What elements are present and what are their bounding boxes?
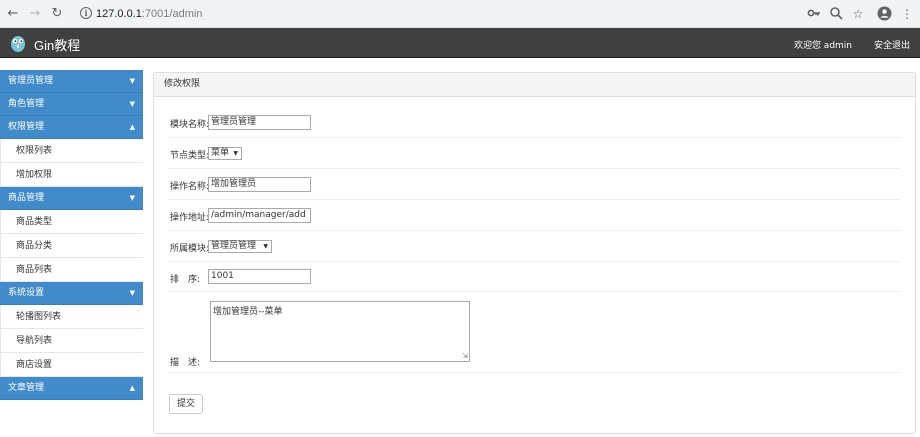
browser-toolbar: ← → ↻ i 127.0.0.1:7001/admin ☆ ⋮ (0, 0, 920, 28)
sidebar-group-label: 管理员管理 (8, 76, 54, 86)
node-type-label: 节点类型: (170, 151, 210, 161)
edit-permission-panel: 修改权限 模块名称: 管理员管理 节点类型: 菜单 ▼ 操作名称: 增加管理员 操… (153, 72, 916, 434)
gopher-logo-icon (9, 33, 27, 53)
sort-input[interactable]: 1001 (208, 269, 311, 284)
sort-label: 排 序: (170, 275, 201, 285)
caret-down-icon: ▼ (129, 100, 135, 108)
brand-title: Gin教程 (34, 38, 81, 53)
sidebar-group-label: 商品管理 (8, 193, 45, 203)
sidebar-item-goods-category[interactable]: 商品分类 (0, 234, 143, 258)
node-type-value: 菜单 (211, 148, 230, 158)
sidebar-group-admin[interactable]: 管理员管理 ▼ (0, 70, 143, 93)
sidebar-item-goods-list[interactable]: 商品列表 (0, 258, 143, 282)
sidebar-group-goods[interactable]: 商品管理 ▼ (0, 187, 143, 210)
form-row-description: 描 述: 增加管理员--菜单 ⇲ (168, 301, 901, 373)
zoom-search-icon[interactable] (828, 6, 844, 22)
action-url-label: 操作地址: (170, 213, 210, 223)
parent-module-select[interactable]: 管理员管理 ▼ (208, 240, 272, 253)
app-header: Gin教程 欢迎您 admin 安全退出 (0, 28, 920, 58)
welcome-text: 欢迎您 admin (793, 41, 852, 51)
action-url-input[interactable]: /admin/manager/add (208, 208, 311, 223)
caret-up-icon: ▲ (129, 384, 135, 392)
forward-arrow-icon[interactable]: → (26, 5, 44, 23)
node-type-select[interactable]: 菜单 ▼ (208, 147, 242, 160)
sidebar-group-article[interactable]: 文章管理 ▲ (0, 377, 143, 400)
submit-button[interactable]: 提交 (169, 394, 203, 414)
sidebar-group-role[interactable]: 角色管理 ▼ (0, 93, 143, 116)
description-textarea[interactable]: 增加管理员--菜单 ⇲ (210, 301, 470, 362)
description-value: 增加管理员--菜单 (213, 307, 283, 317)
dropdown-arrow-icon: ▼ (233, 150, 238, 157)
sidebar-item-add-permission[interactable]: 增加权限 (0, 163, 143, 187)
more-menu-icon[interactable]: ⋮ (899, 6, 915, 22)
sidebar: 管理员管理 ▼ 角色管理 ▼ 权限管理 ▲ 权限列表 增加权限 商品管理 ▼ 商品类型 … (0, 70, 143, 400)
panel-title: 修改权限 (154, 73, 915, 97)
parent-module-value: 管理员管理 (211, 241, 257, 251)
module-name-label: 模块名称: (170, 120, 210, 130)
form-row-sort: 排 序: 1001 (168, 262, 901, 292)
form-row-action-url: 操作地址: /admin/manager/add (168, 200, 901, 231)
sidebar-group-label: 文章管理 (8, 383, 45, 393)
reload-icon[interactable]: ↻ (48, 5, 66, 23)
bookmark-star-icon[interactable]: ☆ (850, 6, 866, 22)
form-row-action-name: 操作名称: 增加管理员 (168, 169, 901, 200)
logout-link[interactable]: 安全退出 (874, 38, 910, 51)
action-name-input[interactable]: 增加管理员 (208, 177, 311, 192)
url-host: 127.0.0.1 (96, 8, 142, 20)
resize-handle-icon[interactable]: ⇲ (462, 352, 468, 360)
caret-down-icon: ▼ (129, 77, 135, 85)
sidebar-group-label: 角色管理 (8, 99, 45, 109)
caret-down-icon: ▼ (129, 289, 135, 297)
form-row-parent-module: 所属模块: 管理员管理 ▼ (168, 231, 901, 262)
sidebar-group-label: 权限管理 (8, 122, 45, 132)
sidebar-item-shop-settings[interactable]: 商店设置 (0, 353, 143, 377)
action-name-label: 操作名称: (170, 182, 210, 192)
parent-module-label: 所属模块: (170, 244, 210, 254)
sidebar-item-goods-type[interactable]: 商品类型 (0, 210, 143, 234)
url-text: 127.0.0.1:7001/admin (96, 8, 202, 20)
key-icon[interactable] (806, 6, 822, 22)
address-bar[interactable]: i 127.0.0.1:7001/admin (74, 4, 904, 24)
sidebar-group-label: 系统设置 (8, 288, 45, 298)
sidebar-item-carousel-list[interactable]: 轮播图列表 (0, 305, 143, 329)
form-row-module-name: 模块名称: 管理员管理 (168, 113, 901, 138)
site-info-icon[interactable]: i (80, 7, 92, 19)
sidebar-group-permission[interactable]: 权限管理 ▲ (0, 116, 143, 139)
dropdown-arrow-icon: ▼ (263, 243, 268, 250)
account-icon[interactable] (876, 6, 892, 22)
back-arrow-icon[interactable]: ← (4, 5, 22, 23)
url-path: :7001/admin (141, 8, 203, 20)
sidebar-group-settings[interactable]: 系统设置 ▼ (0, 282, 143, 305)
caret-up-icon: ▲ (129, 123, 135, 131)
description-label: 描 述: (170, 358, 201, 368)
caret-down-icon: ▼ (129, 194, 135, 202)
form-row-node-type: 节点类型: 菜单 ▼ (168, 138, 901, 169)
sidebar-item-permission-list[interactable]: 权限列表 (0, 139, 143, 163)
sidebar-item-nav-list[interactable]: 导航列表 (0, 329, 143, 353)
module-name-input[interactable]: 管理员管理 (208, 115, 311, 130)
